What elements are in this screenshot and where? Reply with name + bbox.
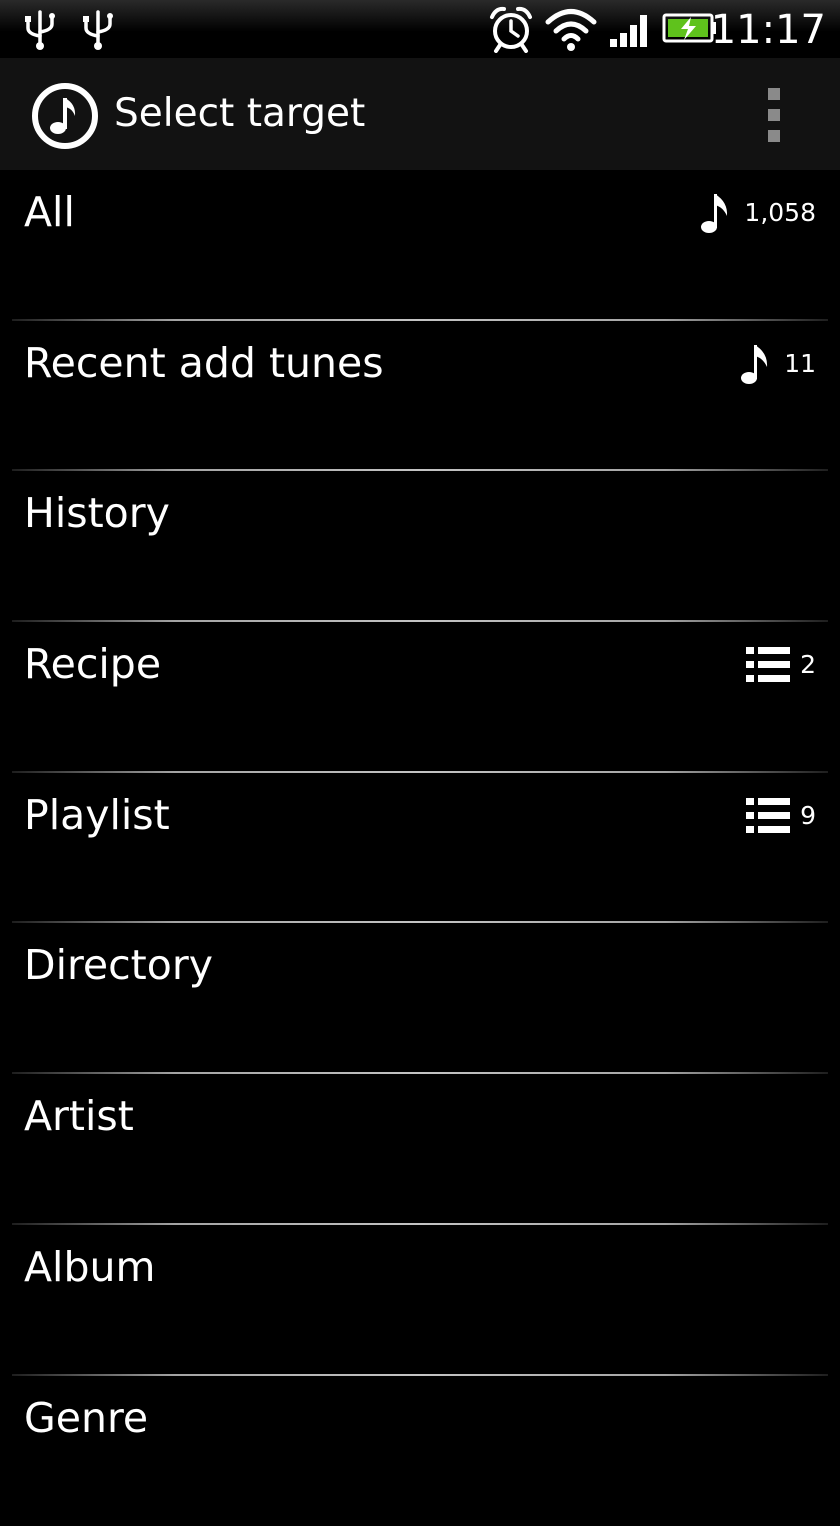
clock-time: 11:17 <box>711 4 826 56</box>
list-item-playlist[interactable]: Playlist 9 <box>0 773 840 924</box>
list-item-recipe[interactable]: Recipe 2 <box>0 622 840 773</box>
signal-icon <box>608 5 652 53</box>
battery-charging-icon <box>662 5 718 53</box>
list-item-label: Recent add tunes <box>24 335 384 391</box>
usb-icon <box>80 8 116 52</box>
list-item-history[interactable]: History <box>0 471 840 622</box>
list-item-label: Directory <box>24 937 213 993</box>
item-count-group: 11 <box>740 341 816 387</box>
music-note-icon[interactable] <box>31 82 99 150</box>
item-count-group: 2 <box>746 642 816 688</box>
page-title: Select target <box>114 88 365 140</box>
item-count: 9 <box>800 793 816 839</box>
overflow-menu-icon[interactable] <box>752 80 796 150</box>
usb-icon <box>22 8 58 52</box>
list-item-label: Genre <box>24 1390 148 1446</box>
target-list: All 1,058 Recent add tunes 11 History <box>0 170 840 1526</box>
list-item-artist[interactable]: Artist <box>0 1074 840 1225</box>
item-count: 11 <box>784 341 816 387</box>
music-note-icon <box>700 190 730 236</box>
item-count: 1,058 <box>744 190 816 236</box>
list-item-all[interactable]: All 1,058 <box>0 170 840 321</box>
music-note-icon <box>740 341 770 387</box>
wifi-icon <box>544 5 598 53</box>
item-count: 2 <box>800 642 816 688</box>
alarm-icon <box>488 5 534 53</box>
list-item-label: Recipe <box>24 636 161 692</box>
list-icon <box>746 796 790 836</box>
list-item-label: History <box>24 485 170 541</box>
list-item-label: Artist <box>24 1088 134 1144</box>
list-item-recent-add-tunes[interactable]: Recent add tunes 11 <box>0 321 840 472</box>
list-icon <box>746 645 790 685</box>
list-item-label: Playlist <box>24 787 170 843</box>
list-item-directory[interactable]: Directory <box>0 923 840 1074</box>
list-item-label: Album <box>24 1239 155 1295</box>
action-bar: Select target <box>0 58 840 170</box>
status-bar: 11:17 <box>0 0 840 58</box>
item-count-group: 9 <box>746 793 816 839</box>
list-item-label: All <box>24 184 75 240</box>
item-count-group: 1,058 <box>700 190 816 236</box>
list-item-album[interactable]: Album <box>0 1225 840 1376</box>
list-item-genre[interactable]: Genre <box>0 1376 840 1526</box>
